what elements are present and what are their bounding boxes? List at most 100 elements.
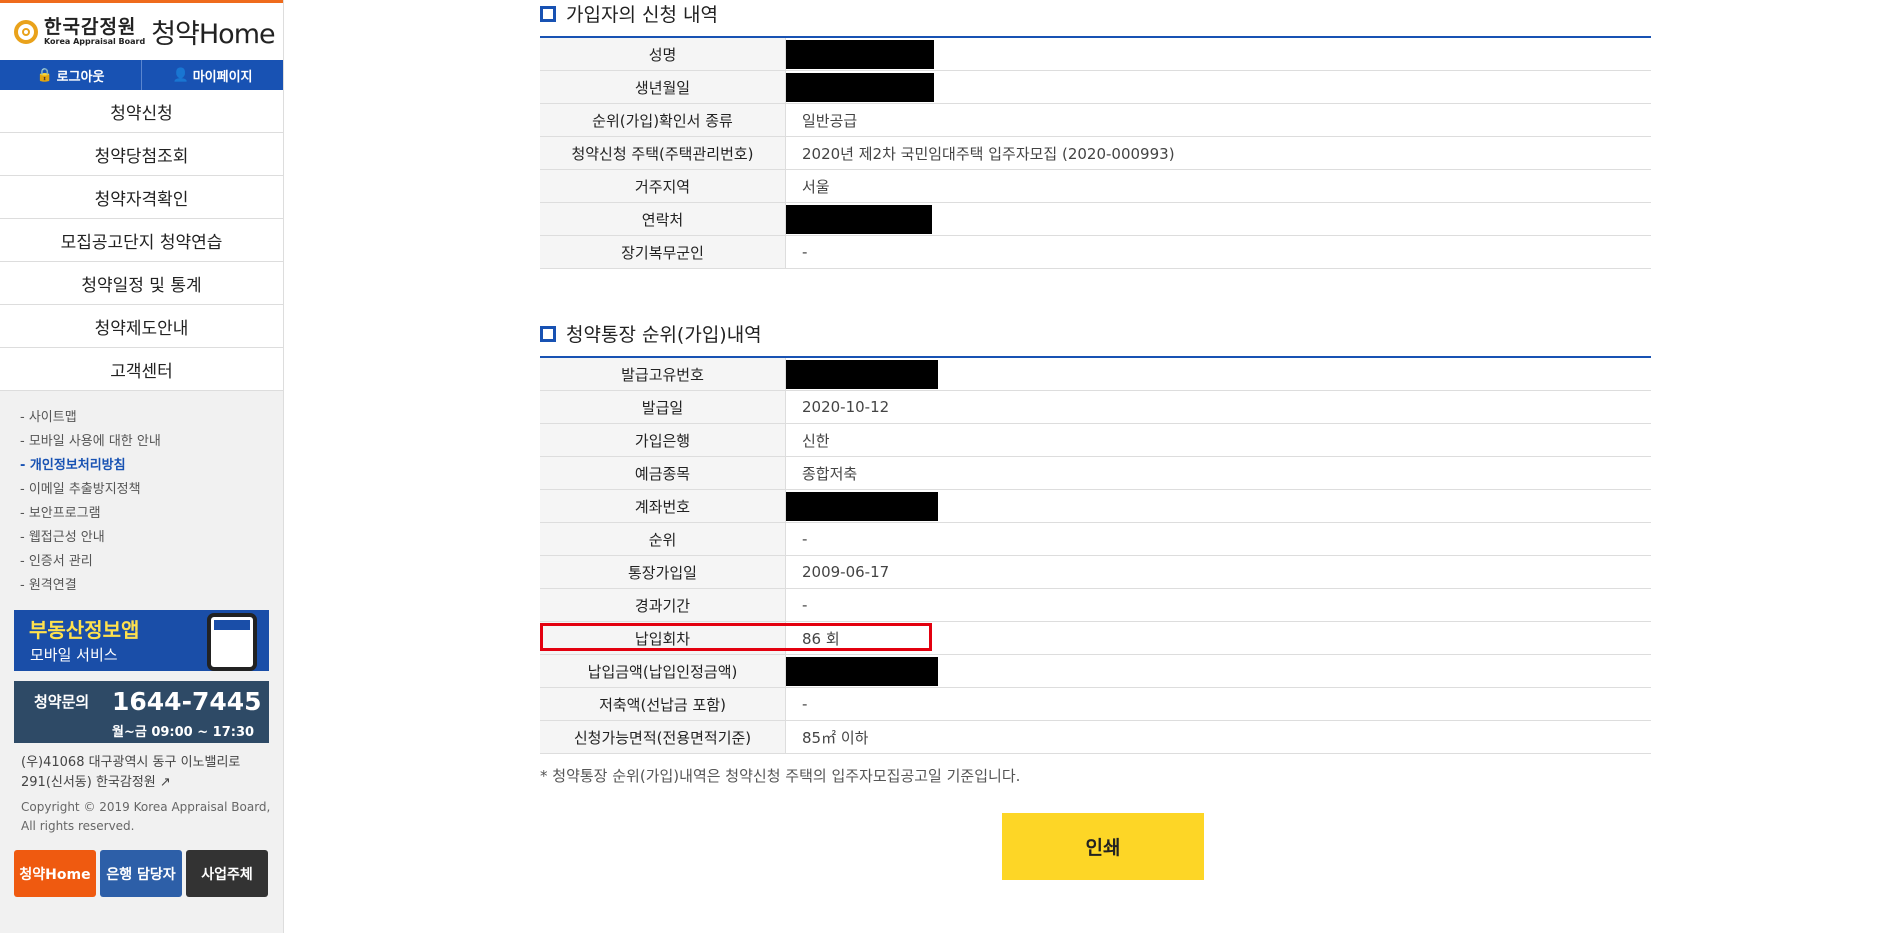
mobile-app-banner[interactable]: 부동산정보앱 모바일 서비스 — [14, 610, 269, 671]
redacted-block — [786, 359, 938, 389]
table-row: 납입금액(납입인정금액) — [540, 654, 1651, 688]
row-value: 2020년 제2차 국민임대주택 입주자모집 (2020-000993) — [785, 136, 1651, 170]
table-row: 통장가입일 2009-06-17 — [540, 555, 1651, 589]
row-value: 2020-10-12 — [785, 390, 1651, 424]
table-row: 순위(가입)확인서 종류 일반공급 — [540, 103, 1651, 137]
table-row: 거주지역 서울 — [540, 169, 1651, 203]
applicant-table: 성명 생년월일 순위(가입)확인서 종류 일반공급 청약신청 주택(주택관리번호)… — [540, 36, 1651, 269]
row-value — [785, 202, 1651, 236]
section-account-title: 청약통장 순위(가입)내역 — [540, 320, 762, 347]
logo-org-english: Korea Appraisal Board — [44, 37, 146, 46]
menu-item-eligibility[interactable]: 청약자격확인 — [0, 176, 283, 219]
row-label: 순위 — [540, 522, 786, 556]
link-privacy-policy[interactable]: - 개인정보처리방침 — [20, 454, 283, 478]
menu-item-apply[interactable]: 청약신청 — [0, 90, 283, 133]
row-label: 납입금액(납입인정금액) — [540, 654, 786, 688]
row-value: - — [785, 522, 1651, 556]
address: (우)41068 대구광역시 동구 이노밸리로 291(신서동) 한국감정원 ↗ — [0, 743, 283, 793]
section-bullet-icon — [540, 325, 556, 342]
logo-brand: 청약Home — [151, 19, 275, 50]
row-value — [785, 37, 1651, 71]
menu-item-customer-center[interactable]: 고객센터 — [0, 348, 283, 391]
row-value: 2009-06-17 — [785, 555, 1651, 589]
phone-icon — [207, 613, 257, 671]
redacted-block — [786, 204, 932, 234]
row-value: - — [785, 235, 1651, 269]
row-label: 연락처 — [540, 202, 786, 236]
menu-item-system-guide[interactable]: 청약제도안내 — [0, 305, 283, 348]
logo-org: 한국감정원 Korea Appraisal Board — [44, 17, 145, 46]
logo-org-korean: 한국감정원 — [44, 16, 137, 38]
menu-item-winner-check[interactable]: 청약당첨조회 — [0, 133, 283, 176]
business-role-button[interactable]: 사업주체 — [186, 850, 268, 897]
row-label: 발급고유번호 — [540, 357, 786, 391]
account-note: * 청약통장 순위(가입)내역은 청약신청 주택의 입주자모집공고일 기준입니다… — [540, 767, 1021, 785]
role-buttons: 청약Home 은행 담당자 사업주체 — [14, 850, 268, 897]
row-label: 가입은행 — [540, 423, 786, 457]
redacted-block — [786, 491, 938, 521]
copyright-line2: All rights reserved. — [21, 819, 135, 833]
row-label: 통장가입일 — [540, 555, 786, 589]
address-line2[interactable]: 291(신서동) 한국감정원 ↗ — [21, 773, 283, 793]
main-menu: 청약신청 청약당첨조회 청약자격확인 모집공고단지 청약연습 청약일정 및 통계… — [0, 90, 283, 391]
row-label: 경과기간 — [540, 588, 786, 622]
link-mobile-guide[interactable]: - 모바일 사용에 대한 안내 — [20, 430, 283, 454]
link-sitemap[interactable]: - 사이트맵 — [20, 406, 283, 430]
redacted-block — [786, 72, 934, 102]
menu-item-schedule-stats[interactable]: 청약일정 및 통계 — [0, 262, 283, 305]
mypage-label: 마이페이지 — [192, 69, 253, 85]
section-applicant-title-text: 가입자의 신청 내역 — [566, 4, 718, 26]
row-value: 일반공급 — [785, 103, 1651, 137]
logout-label: 로그아웃 — [56, 69, 105, 85]
site-logo[interactable]: 한국감정원 Korea Appraisal Board 청약Home — [0, 3, 283, 60]
bank-role-button[interactable]: 은행 담당자 — [100, 850, 182, 897]
contact-phone: 1644-7445 — [112, 687, 262, 716]
account-buttons: 🔒 로그아웃 👤 마이페이지 — [0, 60, 283, 90]
row-label: 신청가능면적(전용면적기준) — [540, 720, 786, 754]
link-accessibility[interactable]: - 웹접근성 안내 — [20, 526, 283, 550]
person-icon: 👤 — [172, 67, 189, 83]
row-value — [785, 357, 1651, 391]
print-button[interactable]: 인쇄 — [1002, 813, 1204, 880]
table-row: 순위 - — [540, 522, 1651, 556]
row-value: 신한 — [785, 423, 1651, 457]
table-row: 가입은행 신한 — [540, 423, 1651, 457]
table-row: 저축액(선납금 포함) - — [540, 687, 1651, 721]
table-row: 성명 — [540, 37, 1651, 71]
row-value: - — [785, 588, 1651, 622]
row-label: 계좌번호 — [540, 489, 786, 523]
logo-icon — [14, 19, 38, 44]
address-line2-text: 291(신서동) 한국감정원 — [21, 775, 156, 790]
row-value — [785, 654, 1651, 688]
row-label: 저축액(선납금 포함) — [540, 687, 786, 721]
lock-icon: 🔒 — [36, 67, 53, 83]
row-label: 거주지역 — [540, 169, 786, 203]
sidebar: 한국감정원 Korea Appraisal Board 청약Home 🔒 로그아웃… — [0, 0, 284, 933]
section-account-title-text: 청약통장 순위(가입)내역 — [566, 324, 762, 346]
table-row: 계좌번호 — [540, 489, 1651, 523]
link-email-policy[interactable]: - 이메일 추출방지정책 — [20, 478, 283, 502]
row-value — [785, 489, 1651, 523]
footer-links: - 사이트맵 - 모바일 사용에 대한 안내 - 개인정보처리방침 - 이메일 … — [0, 391, 283, 598]
row-label: 발급일 — [540, 390, 786, 424]
table-row: 장기복무군인 - — [540, 235, 1651, 269]
redacted-block — [786, 656, 938, 686]
row-label: 성명 — [540, 37, 786, 71]
link-security-program[interactable]: - 보안프로그램 — [20, 502, 283, 526]
row-label: 장기복무군인 — [540, 235, 786, 269]
table-row: 연락처 — [540, 202, 1651, 236]
home-role-button[interactable]: 청약Home — [14, 850, 96, 897]
link-certificate[interactable]: - 인증서 관리 — [20, 550, 283, 574]
logout-button[interactable]: 🔒 로그아웃 — [0, 60, 142, 90]
row-value: - — [785, 687, 1651, 721]
section-bullet-icon — [540, 5, 556, 22]
section-applicant-title: 가입자의 신청 내역 — [540, 0, 718, 27]
row-value: 종합저축 — [785, 456, 1651, 490]
highlight-box — [540, 623, 932, 651]
mypage-button[interactable]: 👤 마이페이지 — [142, 60, 283, 90]
menu-item-practice[interactable]: 모집공고단지 청약연습 — [0, 219, 283, 262]
contact-label: 청약문의 — [34, 693, 90, 711]
address-line1: (우)41068 대구광역시 동구 이노밸리로 — [21, 755, 241, 770]
banner-app-title: 부동산정보앱 — [29, 618, 140, 642]
link-remote[interactable]: - 원격연결 — [20, 574, 283, 598]
